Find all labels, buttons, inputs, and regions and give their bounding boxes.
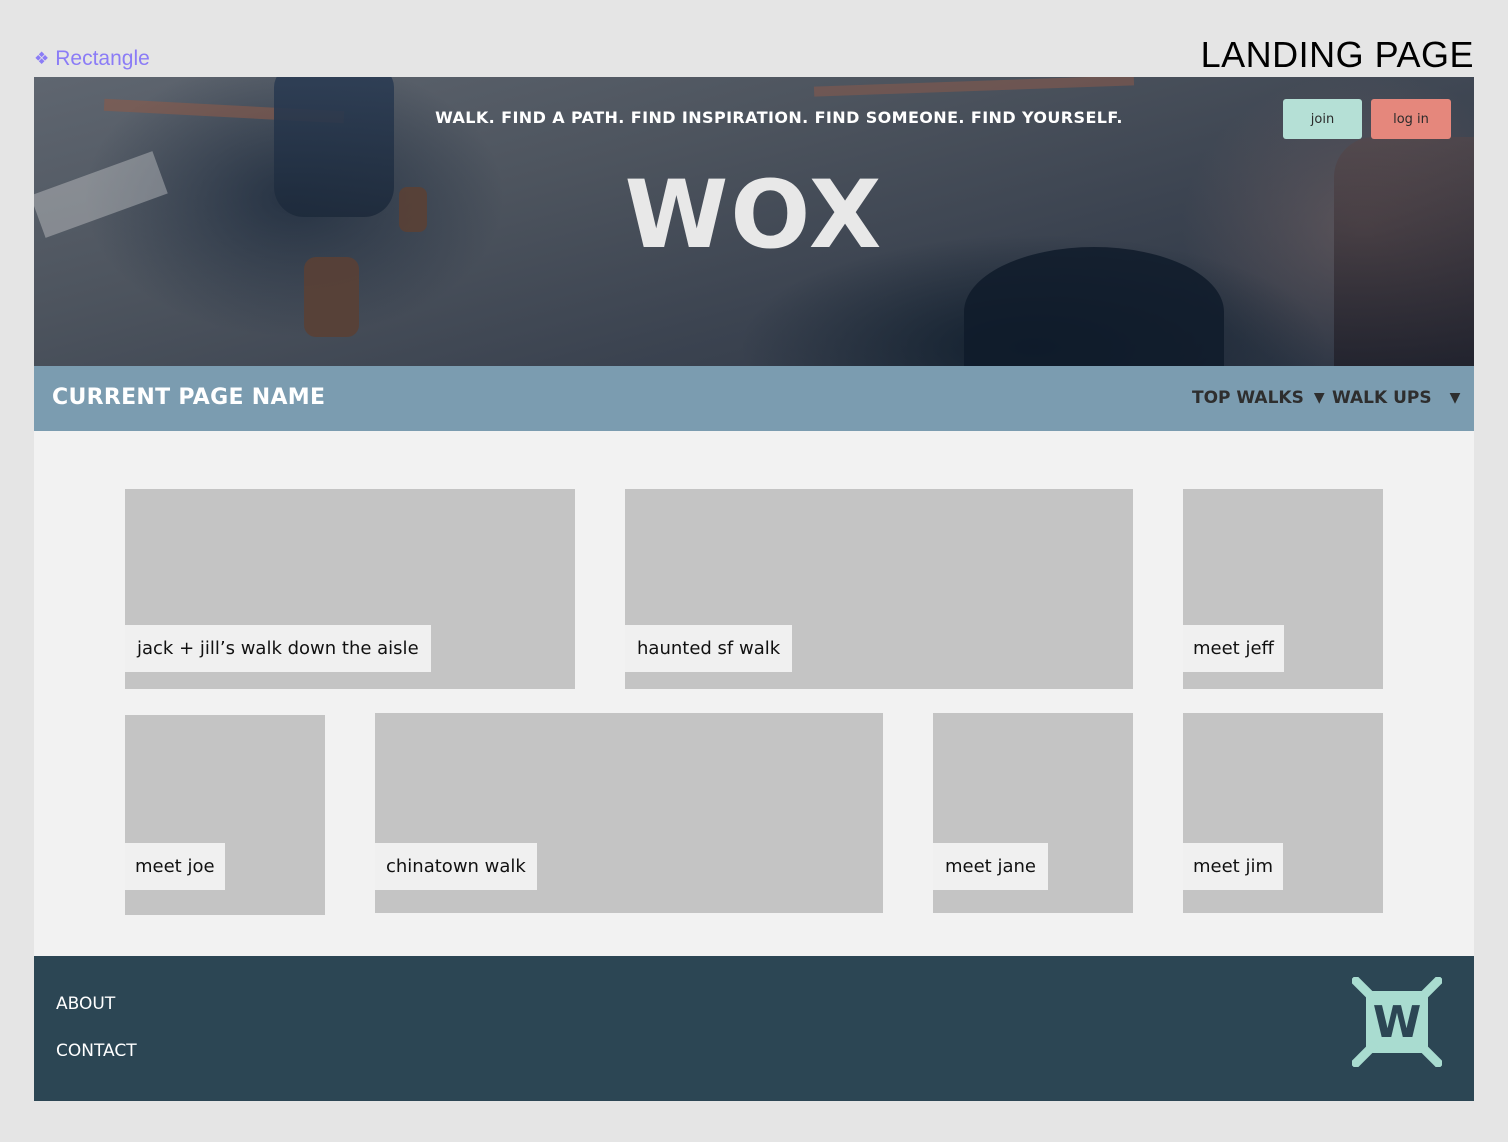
footer-about-link[interactable]: ABOUT <box>56 994 115 1014</box>
top-walks-label: TOP WALKS <box>1192 388 1304 408</box>
nav-bar: CURRENT PAGE NAME TOP WALKS ▼ WALK UPS ▼ <box>34 366 1474 431</box>
hero-photo-detail <box>304 257 359 337</box>
tile-label: meet jeff <box>1183 625 1284 672</box>
join-button[interactable]: join <box>1283 99 1362 139</box>
tile-label: meet jane <box>933 843 1048 890</box>
landing-page-canvas: WALK. FIND A PATH. FIND INSPIRATION. FIN… <box>34 77 1474 1101</box>
logo-letter: W <box>1373 997 1422 1048</box>
top-walks-dropdown[interactable]: TOP WALKS ▼ <box>1192 388 1325 408</box>
person-tile[interactable]: meet jeff <box>1183 489 1383 689</box>
hero-logo: WOX <box>624 161 884 270</box>
walk-tile[interactable]: jack + jill’s walk down the aisle <box>125 489 575 689</box>
tile-label: jack + jill’s walk down the aisle <box>125 625 431 672</box>
chevron-down-icon: ▼ <box>1313 390 1325 406</box>
page-title: LANDING PAGE <box>1200 34 1474 75</box>
hero-photo-detail <box>813 77 1135 97</box>
frame-label: ❖ Rectangle <box>34 47 150 71</box>
person-tile[interactable]: meet jane <box>933 713 1133 913</box>
hero-photo-detail <box>964 247 1224 366</box>
walk-ups-dropdown[interactable]: WALK UPS ▼ <box>1332 388 1460 408</box>
hero-tagline: WALK. FIND A PATH. FIND INSPIRATION. FIN… <box>435 108 1123 127</box>
tile-label: chinatown walk <box>375 843 537 890</box>
wox-logo-icon: W <box>1352 977 1442 1067</box>
frame-label-text: Rectangle <box>55 47 150 70</box>
current-page-name: CURRENT PAGE NAME <box>52 385 326 410</box>
chevron-down-icon: ▼ <box>1449 390 1461 406</box>
hero-banner: WALK. FIND A PATH. FIND INSPIRATION. FIN… <box>34 77 1474 366</box>
walk-tile[interactable]: haunted sf walk <box>625 489 1133 689</box>
login-button[interactable]: log in <box>1371 99 1451 139</box>
walk-tile[interactable]: chinatown walk <box>375 713 883 913</box>
footer: ABOUT CONTACT W <box>34 956 1474 1101</box>
component-icon: ❖ <box>34 49 50 68</box>
footer-contact-link[interactable]: CONTACT <box>56 1041 137 1061</box>
walk-ups-label: WALK UPS <box>1332 388 1432 408</box>
tile-label: meet joe <box>125 843 225 890</box>
person-tile[interactable]: meet jim <box>1183 713 1383 913</box>
person-tile[interactable]: meet joe <box>125 715 325 915</box>
tile-label: haunted sf walk <box>625 625 793 672</box>
tile-label: meet jim <box>1183 843 1283 890</box>
